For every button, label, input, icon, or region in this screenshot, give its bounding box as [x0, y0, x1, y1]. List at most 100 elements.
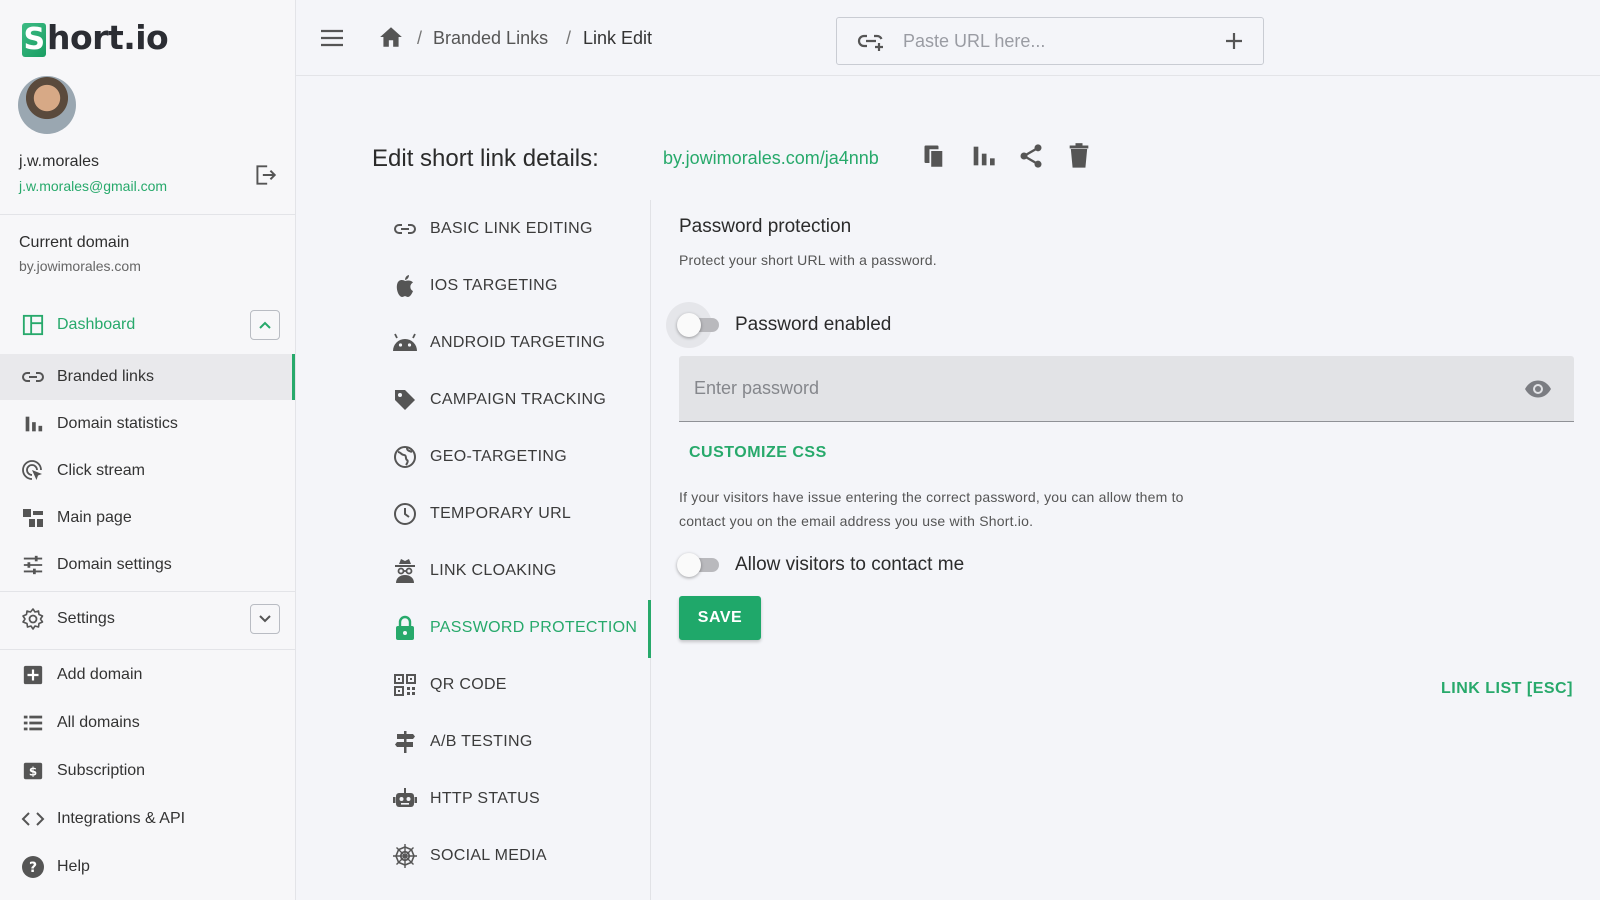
divider: [0, 214, 295, 215]
sidebar-item-label: Integrations & API: [57, 810, 186, 827]
tab-label: IOS TARGETING: [430, 277, 558, 294]
current-domain-label: Current domain: [19, 234, 130, 251]
password-enabled-label: Password enabled: [735, 314, 892, 335]
robot-icon: [392, 786, 418, 812]
sidebar-item-add-domain[interactable]: Add domain: [0, 652, 295, 698]
url-input[interactable]: [903, 30, 1223, 52]
tab-label: SOCIAL MEDIA: [430, 847, 547, 864]
statistics-icon[interactable]: [969, 142, 997, 170]
sidebar-item-label: Click stream: [57, 462, 146, 479]
sidebar-item-subscription[interactable]: $ Subscription: [0, 748, 295, 794]
current-domain-value: by.jowimorales.com: [19, 258, 141, 274]
tab-basic-link-editing[interactable]: BASIC LINK EDITING: [392, 209, 650, 249]
customize-css-button[interactable]: CUSTOMIZE CSS: [689, 444, 827, 462]
short-io-logo[interactable]: Short.io: [22, 18, 169, 57]
tab-ab-testing[interactable]: A/B TESTING: [392, 722, 650, 762]
copy-icon[interactable]: [921, 142, 949, 170]
hamburger-menu-icon[interactable]: [318, 26, 346, 50]
link-icon: [392, 216, 418, 242]
page-title: Edit short link details:: [372, 145, 599, 172]
sidebar-item-label: Settings: [57, 610, 115, 627]
dashboard-collapse-button[interactable]: [250, 310, 280, 340]
add-link-icon: [857, 34, 883, 51]
plus-box-icon: [20, 662, 46, 688]
tab-label: ANDROID TARGETING: [430, 334, 606, 351]
short-link[interactable]: by.jowimorales.com/ja4nnb: [663, 148, 879, 169]
signpost-icon: [392, 729, 418, 755]
sidebar-item-label: All domains: [57, 714, 140, 731]
list-icon: [20, 710, 46, 736]
logo-s-mark: S: [22, 22, 46, 57]
sidebar-item-domain-settings[interactable]: Domain settings: [0, 542, 295, 588]
user-name: j.w.morales: [19, 153, 100, 170]
tab-http-status[interactable]: HTTP STATUS: [392, 779, 650, 819]
tab-label: PASSWORD PROTECTION: [430, 619, 638, 636]
tab-link-cloaking[interactable]: LINK CLOAKING: [392, 551, 650, 591]
apple-icon: [392, 273, 418, 299]
avatar[interactable]: [18, 76, 76, 134]
tab-android-targeting[interactable]: ANDROID TARGETING: [392, 323, 650, 363]
settings-expand-button[interactable]: [250, 604, 280, 634]
allow-contact-toggle[interactable]: [677, 553, 721, 577]
tab-qr-code[interactable]: QR CODE: [392, 665, 650, 705]
sidebar-item-branded-links[interactable]: Branded links: [0, 354, 295, 400]
android-icon: [392, 330, 418, 356]
sidebar-item-domain-statistics[interactable]: Domain statistics: [0, 401, 295, 447]
add-icon[interactable]: [1225, 32, 1243, 50]
allow-contact-label: Allow visitors to contact me: [735, 554, 965, 575]
globe-icon: [392, 444, 418, 470]
sidebar-item-label: Add domain: [57, 666, 143, 683]
home-icon[interactable]: [378, 24, 404, 50]
sidebar-item-all-domains[interactable]: All domains: [0, 700, 295, 746]
tab-label: BASIC LINK EDITING: [430, 220, 593, 237]
sidebar-item-label: Domain settings: [57, 556, 172, 573]
tag-icon: [392, 387, 418, 413]
logo-text: hort.io: [47, 18, 169, 57]
toggle-knob: [677, 313, 701, 337]
tab-ios-targeting[interactable]: IOS TARGETING: [392, 266, 650, 306]
tab-label: HTTP STATUS: [430, 790, 540, 807]
svg-text:$: $: [29, 765, 37, 779]
save-button[interactable]: SAVE: [679, 596, 761, 640]
password-enabled-toggle[interactable]: [677, 313, 721, 337]
sidebar-item-label: Dashboard: [57, 316, 136, 333]
password-field: [679, 356, 1574, 422]
tab-campaign-tracking[interactable]: CAMPAIGN TRACKING: [392, 380, 650, 420]
url-input-box: [836, 17, 1264, 65]
breadcrumb-current: Link Edit: [583, 28, 653, 48]
tab-temporary-url[interactable]: TEMPORARY URL: [392, 494, 650, 534]
divider: [0, 591, 295, 592]
divider: [0, 649, 295, 650]
tab-password-protection[interactable]: PASSWORD PROTECTION: [392, 608, 650, 648]
section-description: Protect your short URL with a password.: [679, 252, 937, 268]
logout-icon[interactable]: [252, 162, 278, 188]
sidebar-item-main-page[interactable]: Main page: [0, 495, 295, 541]
tab-geo-targeting[interactable]: GEO-TARGETING: [392, 437, 650, 477]
sliders-icon: [20, 552, 46, 578]
dashboard-icon: [20, 312, 46, 338]
breadcrumb-separator: /: [566, 28, 572, 48]
click-icon: [20, 458, 46, 484]
sidebar: Short.io j.w.morales j.w.morales@gmail.c…: [0, 0, 296, 900]
sidebar-item-label: Main page: [57, 509, 132, 526]
password-input[interactable]: [679, 378, 1499, 399]
chevron-up-icon: [259, 321, 271, 329]
sidebar-item-integrations-api[interactable]: Integrations & API: [0, 796, 295, 842]
sidebar-item-label: Subscription: [57, 762, 146, 779]
tab-label: QR CODE: [430, 676, 507, 693]
qr-code-icon: [392, 672, 418, 698]
share-icon[interactable]: [1017, 142, 1045, 170]
breadcrumb-branded-links[interactable]: Branded Links: [433, 28, 548, 49]
sidebar-item-help[interactable]: ? Help: [0, 844, 295, 890]
gear-icon: [20, 606, 46, 632]
tab-label: A/B TESTING: [430, 733, 533, 750]
eye-icon[interactable]: [1524, 377, 1552, 401]
link-icon: [20, 364, 46, 390]
main-page-icon: [20, 505, 46, 531]
sidebar-item-click-stream[interactable]: Click stream: [0, 448, 295, 494]
tab-label: TEMPORARY URL: [430, 505, 572, 522]
spy-icon: [392, 558, 418, 584]
tab-social-media[interactable]: SOCIAL MEDIA: [392, 836, 650, 876]
link-list-button[interactable]: LINK LIST [ESC]: [1441, 680, 1573, 698]
trash-icon[interactable]: [1065, 142, 1093, 170]
